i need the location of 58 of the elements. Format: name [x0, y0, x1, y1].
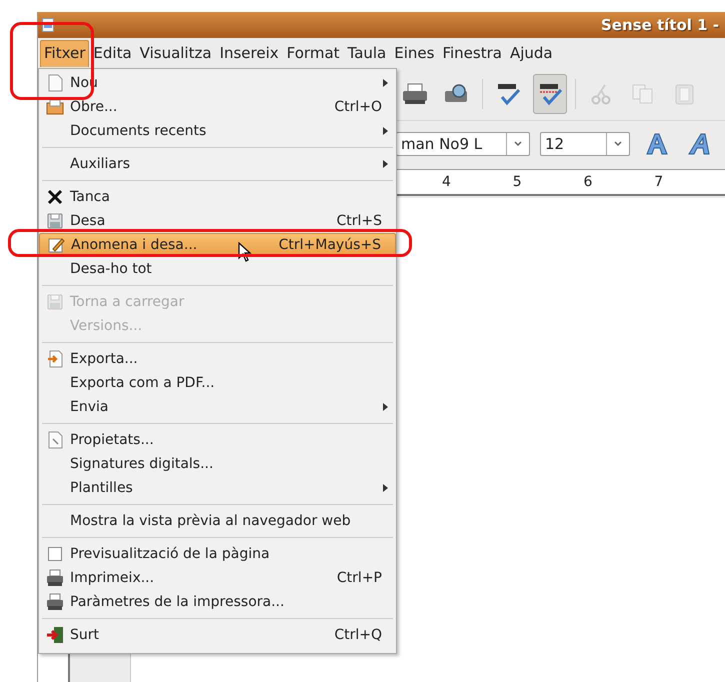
submenu-arrow-icon — [383, 79, 388, 87]
menu-item[interactable]: Desa-ho tot — [39, 257, 396, 281]
menu-title[interactable]: Taula — [344, 40, 390, 66]
exit-door-icon — [46, 626, 64, 644]
printer-icon — [46, 593, 64, 611]
submenu-arrow-icon — [383, 403, 388, 411]
menu-item[interactable]: Imprimeix... Ctrl+P — [39, 566, 396, 590]
document-icon — [46, 431, 64, 449]
close-icon — [46, 188, 64, 206]
chevron-down-icon — [614, 141, 622, 147]
menu-title[interactable]: Eines — [390, 40, 438, 66]
spellcheck-icon — [537, 82, 563, 106]
menu-item[interactable]: Surt Ctrl+Q — [39, 623, 396, 647]
spellcheck-icon — [495, 82, 521, 106]
floppy-icon — [46, 293, 64, 311]
menu-title[interactable]: Edita — [89, 40, 136, 66]
ruler-number: 5 — [512, 174, 523, 190]
import-arrow-icon — [46, 350, 64, 368]
menu-item[interactable]: Auxiliars — [39, 152, 396, 176]
printer-icon — [402, 82, 428, 106]
menu-item[interactable]: Signatures digitals... — [39, 452, 396, 476]
checkbox[interactable] — [48, 547, 62, 561]
toolbar-button[interactable] — [533, 74, 567, 114]
menu-item[interactable]: Paràmetres de la impressora... — [39, 590, 396, 614]
printer-icon — [46, 569, 64, 587]
menu-item[interactable]: Desa Ctrl+S — [39, 209, 396, 233]
menu-item[interactable]: Plantilles — [39, 476, 396, 500]
menu-title[interactable]: Format — [282, 40, 344, 66]
menu-title[interactable]: Visualitza — [136, 40, 216, 66]
submenu-arrow-icon — [383, 484, 388, 492]
floppy-icon — [46, 212, 64, 230]
menu-item[interactable]: Previsualització de la pàgina — [39, 542, 396, 566]
ruler-number: 6 — [584, 174, 594, 190]
ruler-number: 4 — [442, 174, 452, 190]
submenu-arrow-icon — [383, 160, 388, 168]
bold-icon[interactable] — [644, 132, 670, 156]
font-size-field[interactable]: 12 — [540, 132, 630, 156]
pencil-document-icon — [47, 236, 65, 254]
submenu-arrow-icon — [383, 127, 388, 135]
menu-item[interactable]: Envia — [39, 395, 396, 419]
menu-item[interactable]: Propietats... — [39, 428, 396, 452]
menu-item[interactable]: Tanca — [39, 185, 396, 209]
menu-item[interactable]: Mostra la vista prèvia al navegador web — [39, 509, 396, 533]
menu-title[interactable]: Fitxer — [40, 40, 90, 66]
chevron-down-icon — [514, 141, 522, 147]
window-title: Sense títol 1 - — [600, 16, 719, 34]
font-name-field[interactable]: man No9 L — [396, 132, 530, 156]
mouse-cursor-icon — [238, 242, 252, 262]
menu-title[interactable]: Finestra — [438, 40, 506, 66]
ruler-number: 7 — [654, 174, 664, 190]
menu-title[interactable]: Ajuda — [506, 40, 557, 66]
menu-item[interactable]: Documents recents — [39, 119, 396, 143]
menu-title[interactable]: Insereix — [216, 40, 283, 66]
menu-item[interactable]: Exporta... — [39, 347, 396, 371]
menu-item[interactable]: Obre... Ctrl+O — [39, 95, 396, 119]
document-icon — [46, 74, 64, 92]
menu-item[interactable]: Exporta com a PDF... — [39, 371, 396, 395]
folder-icon — [46, 98, 64, 116]
